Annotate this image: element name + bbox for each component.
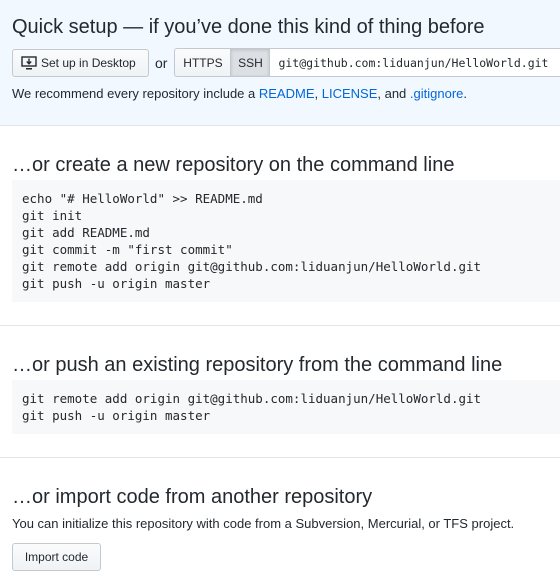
code-line: git remote add origin git@github.com:lid… [22, 391, 482, 406]
code-line: git push -u origin master [22, 276, 211, 291]
code-line: git add README.md [22, 225, 150, 240]
license-link[interactable]: LICENSE [322, 86, 378, 101]
code-line: git remote add origin git@github.com:lid… [22, 259, 482, 274]
section-divider [0, 457, 560, 458]
recommend-sep1: , [314, 86, 322, 101]
code-line: git push -u origin master [22, 408, 211, 423]
push-repo-title: …or push an existing repository from the… [12, 354, 503, 376]
code-line: echo "# HelloWorld" >> README.md [22, 191, 263, 206]
quick-setup-title: Quick setup — if you’ve done this kind o… [12, 16, 485, 38]
gitignore-link[interactable]: .gitignore [410, 86, 463, 101]
section-divider [0, 325, 560, 326]
clone-url-group: HTTPS SSH git@github.com:liduanjun/Hello… [174, 48, 560, 77]
recommend-text: We recommend every repository include a … [12, 86, 467, 101]
readme-link[interactable]: README [259, 86, 315, 101]
desktop-download-icon [21, 55, 37, 69]
clone-url-input[interactable]: git@github.com:liduanjun/HelloWorld.git [270, 48, 560, 77]
code-line: git commit -m "first commit" [22, 242, 233, 257]
setup-desktop-label: Set up in Desktop [41, 55, 136, 70]
import-title: …or import code from another repository [12, 486, 373, 508]
import-description: You can initialize this repository with … [12, 516, 515, 531]
import-code-button[interactable]: Import code [12, 543, 101, 571]
or-text: or [155, 54, 168, 71]
setup-desktop-button[interactable]: Set up in Desktop [12, 48, 149, 77]
https-toggle[interactable]: HTTPS [174, 48, 231, 77]
push-repo-code[interactable]: git remote add origin git@github.com:lid… [12, 380, 560, 434]
code-line: git init [22, 208, 83, 223]
recommend-suffix: . [463, 86, 468, 101]
clone-row: Set up in Desktop or HTTPS SSH git@githu… [12, 48, 560, 77]
create-repo-code[interactable]: echo "# HelloWorld" >> README.md git ini… [12, 180, 560, 302]
recommend-sep2: , and [377, 86, 410, 101]
quick-setup-panel: Quick setup — if you’ve done this kind o… [0, 0, 560, 126]
ssh-toggle[interactable]: SSH [230, 48, 271, 77]
create-repo-title: …or create a new repository on the comma… [12, 154, 455, 176]
recommend-prefix: We recommend every repository include a [12, 86, 259, 101]
